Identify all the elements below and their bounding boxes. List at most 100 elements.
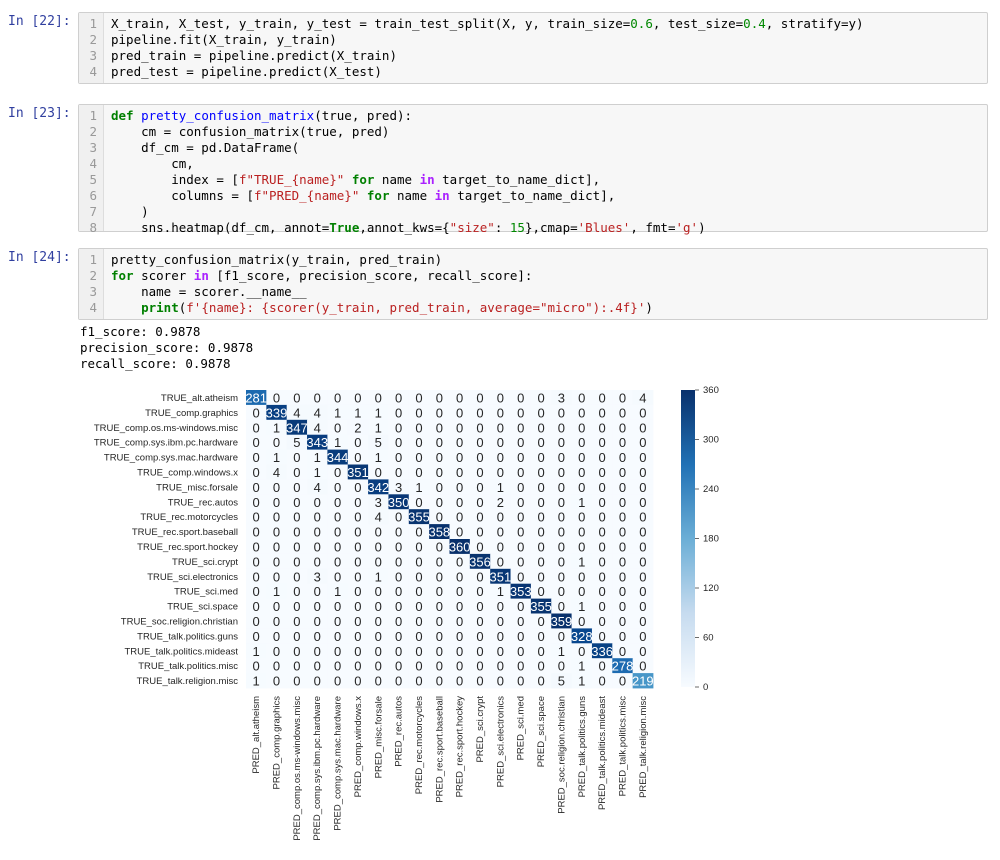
heatmap-cell-label: 0	[599, 539, 606, 554]
heatmap-cell-label: 0	[334, 510, 341, 525]
heatmap-cell-label: 0	[537, 450, 544, 465]
heatmap-cell-label: 351	[347, 465, 369, 480]
heatmap-cell-label: 0	[395, 554, 402, 569]
code-token: X_train, X_test, y_train, y_test = train…	[111, 16, 631, 31]
heatmap-cell-label: 0	[293, 614, 300, 629]
code-line[interactable]: 2 pipeline.fit(X_train, y_train)	[79, 32, 987, 48]
heatmap-cell-label: 0	[476, 569, 483, 584]
heatmap-cell-label: 0	[436, 539, 443, 554]
heatmap-cell-label: 0	[456, 450, 463, 465]
heatmap-cell-label: 0	[476, 584, 483, 599]
code-token: index = [	[111, 172, 239, 187]
heatmap-cell-label: 0	[599, 495, 606, 510]
heatmap-cell-label: 0	[375, 659, 382, 674]
heatmap-cell-label: 0	[537, 495, 544, 510]
row-tick-label: TRUE_sci.electronics	[147, 572, 238, 583]
heatmap-cell-label: 0	[354, 554, 361, 569]
heatmap-cell-label: 0	[578, 465, 585, 480]
heatmap-cell-label: 0	[497, 510, 504, 525]
heatmap-cell-label: 0	[599, 614, 606, 629]
heatmap-cell-label: 0	[497, 644, 504, 659]
heatmap-cell-label: 1	[354, 405, 361, 420]
heatmap-cell-label: 0	[578, 405, 585, 420]
heatmap-cell-label: 0	[293, 554, 300, 569]
code-line[interactable]: 4 print(f'{name}: {scorer(y_train, pred_…	[79, 300, 987, 316]
heatmap-cell-label: 0	[619, 435, 626, 450]
heatmap-cell-label: 0	[476, 614, 483, 629]
heatmap-cell-label: 355	[530, 599, 552, 614]
heatmap-cell-label: 0	[415, 450, 422, 465]
heatmap-cell-label: 0	[497, 614, 504, 629]
code-cell-22[interactable]: In [22]: 1 X_train, X_test, y_train, y_te…	[0, 8, 1000, 86]
heatmap-cell-label: 0	[293, 629, 300, 644]
heatmap-cell-label: 0	[639, 465, 646, 480]
heatmap-cell-label: 359	[551, 614, 573, 629]
col-tick-label: PRED_talk.religion.misc	[638, 696, 649, 798]
code-token: , test_size=	[652, 16, 744, 31]
code-line[interactable]: 2 cm = confusion_matrix(true, pred)	[79, 124, 987, 140]
heatmap-cell-label: 0	[537, 659, 544, 674]
code-line[interactable]: 3 pred_train = pipeline.predict(X_train)	[79, 48, 987, 64]
heatmap-cell-label: 0	[395, 569, 402, 584]
code-line[interactable]: 6 columns = [f"PRED_{name}" for name in …	[79, 188, 987, 204]
code-token: pretty_confusion_matrix(y_train, pred_tr…	[111, 252, 443, 267]
colorbar	[681, 390, 695, 687]
heatmap-cell-label: 0	[436, 599, 443, 614]
heatmap-cell-label: 1	[375, 405, 382, 420]
code-line[interactable]: 7 )	[79, 204, 987, 220]
heatmap-cell-label: 0	[354, 659, 361, 674]
heatmap-cell-label: 0	[517, 480, 524, 495]
heatmap-cell-label: 0	[497, 599, 504, 614]
code-editor[interactable]: 1 def pretty_confusion_matrix(true, pred)…	[78, 104, 988, 235]
heatmap-cell-label: 0	[415, 674, 422, 689]
heatmap-cell-label: 351	[490, 569, 512, 584]
heatmap-cell-label: 0	[436, 644, 443, 659]
code-token: target_to_name_dict],	[449, 188, 616, 203]
heatmap-cell-label: 0	[354, 390, 361, 405]
heatmap-cell-label: 0	[395, 659, 402, 674]
heatmap-cell-label: 0	[558, 510, 565, 525]
heatmap-cell-label: 0	[415, 614, 422, 629]
heatmap-cell-label: 0	[375, 554, 382, 569]
code-editor[interactable]: 1 X_train, X_test, y_train, y_test = trai…	[78, 12, 988, 84]
row-tick-label: TRUE_comp.os.ms-windows.misc	[94, 423, 238, 434]
heatmap-cell-label: 0	[599, 554, 606, 569]
line-number: 4	[89, 156, 97, 171]
code-cell-24[interactable]: In [24]: 1 pretty_confusion_matrix(y_trai…	[0, 244, 1000, 322]
code-line[interactable]: 3 name = scorer.__name__	[79, 284, 987, 300]
heatmap-cell-label: 219	[632, 674, 654, 689]
code-line[interactable]: 1 X_train, X_test, y_train, y_test = trai…	[79, 16, 987, 32]
heatmap-cell-label: 0	[253, 539, 260, 554]
code-line[interactable]: 2 for scorer in [f1_score, precision_scor…	[79, 268, 987, 284]
code-line[interactable]: 5 index = [f"TRUE_{name}" for name in ta…	[79, 172, 987, 188]
heatmap-cell-label: 0	[273, 480, 280, 495]
code-line[interactable]: 1 def pretty_confusion_matrix(true, pred)…	[79, 108, 987, 124]
heatmap-cell-label: 0	[497, 405, 504, 420]
heatmap-cell-label: 0	[619, 465, 626, 480]
code-line[interactable]: 3 df_cm = pd.DataFrame(	[79, 140, 987, 156]
heatmap-cell-label: 0	[517, 674, 524, 689]
heatmap-cell-label: 4	[639, 390, 646, 405]
heatmap-cell-label: 0	[476, 629, 483, 644]
heatmap-cell-label: 1	[273, 450, 280, 465]
code-line[interactable]: 8 sns.heatmap(df_cm, annot=True,annot_kw…	[79, 220, 987, 236]
heatmap-cell-label: 0	[354, 614, 361, 629]
heatmap-cell-label: 1	[314, 465, 321, 480]
heatmap-cell-label: 0	[639, 450, 646, 465]
heatmap-cell-label: 0	[578, 510, 585, 525]
code-token: in	[193, 268, 209, 283]
heatmap-cell-label: 1	[578, 495, 585, 510]
line-number: 2	[89, 268, 97, 283]
code-editor[interactable]: 1 pretty_confusion_matrix(y_train, pred_t…	[78, 248, 988, 320]
heatmap-cell-label: 0	[314, 525, 321, 540]
heatmap-cell-label: 0	[619, 405, 626, 420]
code-line[interactable]: 1 pretty_confusion_matrix(y_train, pred_t…	[79, 252, 987, 268]
heatmap-cell-label: 0	[476, 659, 483, 674]
heatmap-cell-label: 0	[599, 674, 606, 689]
heatmap-cell-label: 0	[476, 390, 483, 405]
heatmap-cell-label: 0	[354, 435, 361, 450]
code-line[interactable]: 4 pred_test = pipeline.predict(X_test)	[79, 64, 987, 80]
heatmap-cell-label: 0	[476, 405, 483, 420]
code-line[interactable]: 4 cm,	[79, 156, 987, 172]
code-cell-23[interactable]: In [23]: 1 def pretty_confusion_matrix(tr…	[0, 100, 1000, 235]
